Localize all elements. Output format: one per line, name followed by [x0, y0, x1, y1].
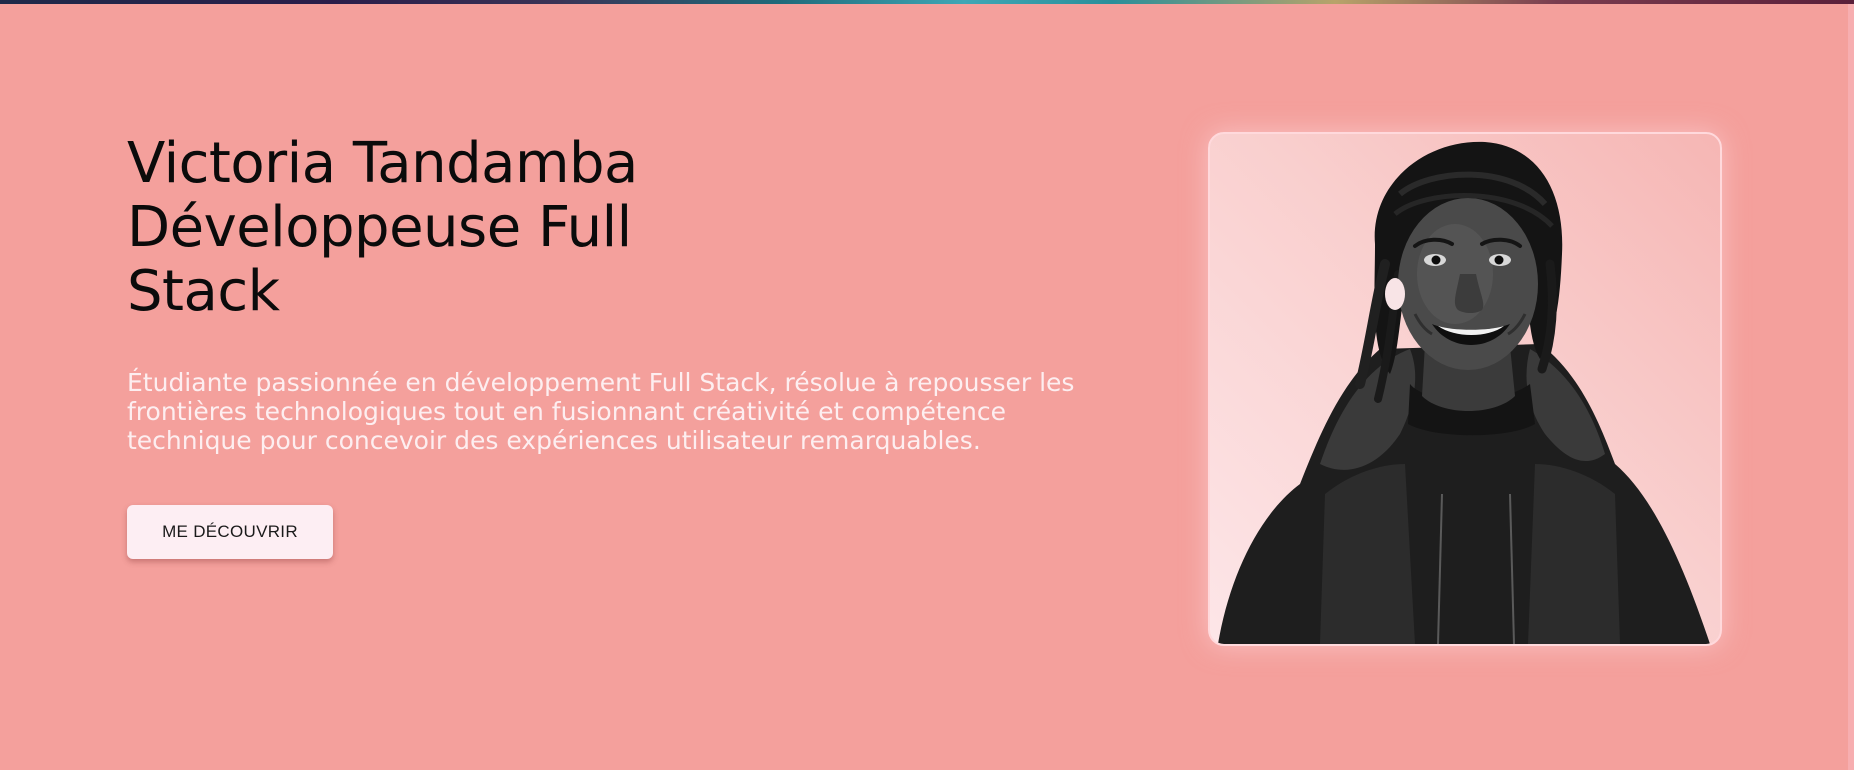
hero-title-line-name: Victoria Tandamba [127, 131, 638, 196]
discover-me-button[interactable]: ME DÉCOUVRIR [127, 505, 333, 559]
hero-text-block: Victoria Tandamba Développeuse Full Stac… [127, 132, 1087, 559]
hero-title: Victoria Tandamba Développeuse Full Stac… [127, 132, 767, 324]
scrollbar-track[interactable] [1848, 4, 1854, 770]
hero-title-line-role-end: Stack [127, 259, 280, 324]
hero-section: Victoria Tandamba Développeuse Full Stac… [0, 4, 1854, 770]
hero-description: Étudiante passionnée en développement Fu… [127, 368, 1075, 455]
portrait-image [1218, 141, 1710, 644]
hero-title-line-role: Développeuse Full [127, 195, 632, 260]
portrait-card [1208, 132, 1722, 646]
